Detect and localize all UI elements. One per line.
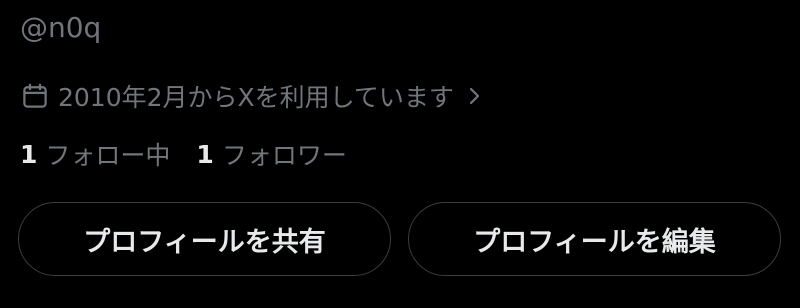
followers-count: 1 (196, 139, 214, 169)
followers-link[interactable]: 1 フォロワー (196, 136, 346, 172)
follow-stats: 1 フォロー中 1 フォロワー (20, 136, 373, 172)
joined-date-text: 2010年2月からXを利用しています (58, 83, 454, 112)
following-label: フォロー中 (45, 141, 171, 170)
share-profile-button[interactable]: プロフィールを共有 (18, 202, 391, 276)
calendar-icon (20, 81, 50, 111)
following-count: 1 (20, 139, 38, 169)
edit-profile-button[interactable]: プロフィールを編集 (408, 202, 781, 276)
joined-date-row[interactable]: 2010年2月からXを利用しています (20, 78, 484, 114)
chevron-right-icon (466, 84, 484, 108)
following-link[interactable]: 1 フォロー中 (20, 136, 170, 172)
followers-label: フォロワー (221, 141, 347, 170)
profile-handle: @n0q (20, 11, 102, 44)
